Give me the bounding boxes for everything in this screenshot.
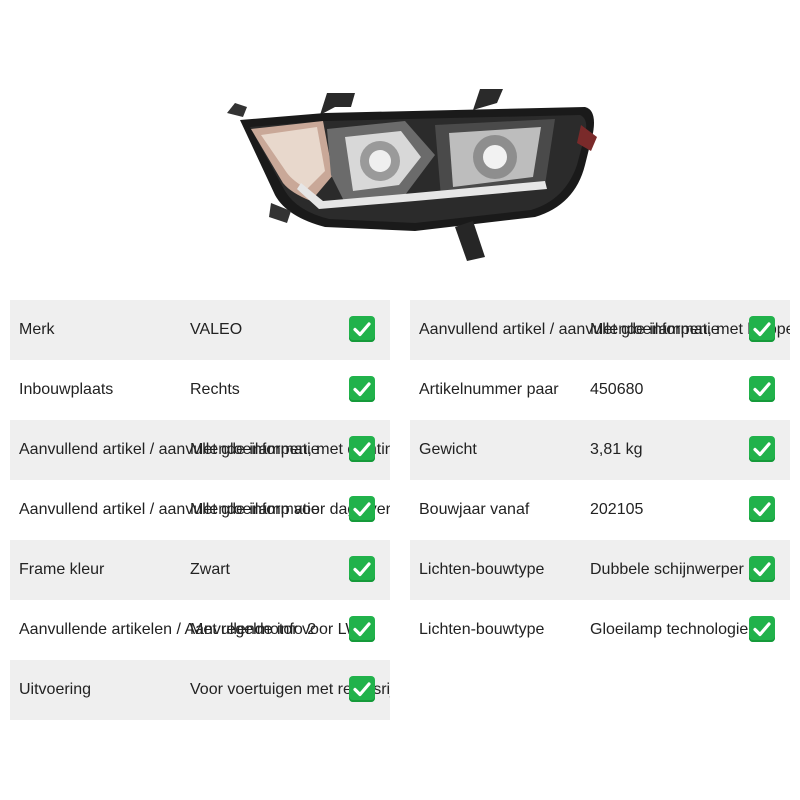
specs-table-right: Aanvullend artikel / aanvullende informa… <box>410 300 790 660</box>
spec-row: Aanvullende artikelen / Aanvullende info… <box>10 600 390 660</box>
check-mark-icon <box>349 376 375 402</box>
spec-label: Artikelnummer paar <box>419 381 559 398</box>
check-mark-icon <box>749 496 775 522</box>
spec-row: Lichten-bouwtype Dubbele schijnwerper <box>410 540 790 600</box>
spec-row: Inbouwplaats Rechts <box>10 360 390 420</box>
spec-label: Inbouwplaats <box>19 381 114 398</box>
check-mark-icon <box>749 556 775 582</box>
spec-label: Lichten-bouwtype <box>419 621 545 638</box>
spec-row: Aanvullend artikel / aanvullende informa… <box>410 300 790 360</box>
spec-row: Merk VALEO <box>10 300 390 360</box>
spec-label: Lichten-bouwtype <box>419 561 545 578</box>
check-mark-icon <box>349 616 375 642</box>
check-mark-icon <box>349 676 375 702</box>
spec-row: Lichten-bouwtype Gloeilamp technologie <box>410 600 790 660</box>
spec-label: Gewicht <box>419 441 477 458</box>
spec-row: Bouwjaar vanaf 202105 <box>410 480 790 540</box>
specs-table-left: Merk VALEO Inbouwplaats Rechts Aanvullen… <box>10 300 390 720</box>
check-mark-icon <box>349 496 375 522</box>
check-mark-icon <box>349 436 375 462</box>
spec-row: Aanvullend artikel / aanvullende informa… <box>10 480 390 540</box>
spec-row: Gewicht 3,81 kg <box>410 420 790 480</box>
headlight-image <box>227 89 597 261</box>
spec-label: Merk <box>19 321 55 338</box>
check-mark-icon <box>749 376 775 402</box>
check-mark-icon <box>349 316 375 342</box>
spec-label: Uitvoering <box>19 681 92 698</box>
check-mark-icon <box>749 436 775 462</box>
spec-row: Artikelnummer paar 450680 <box>410 360 790 420</box>
check-mark-icon <box>349 556 375 582</box>
spec-row: Aanvullend artikel / aanvullende informa… <box>10 420 390 480</box>
check-mark-icon <box>749 616 775 642</box>
product-image-headlight <box>205 85 605 265</box>
spec-row: Uitvoering Voor voertuigen met rechtsrij… <box>10 660 390 720</box>
spec-row: Frame kleur Zwart <box>10 540 390 600</box>
spec-label: Frame kleur <box>19 561 105 578</box>
spec-label: Bouwjaar vanaf <box>419 501 530 518</box>
check-mark-icon <box>749 316 775 342</box>
